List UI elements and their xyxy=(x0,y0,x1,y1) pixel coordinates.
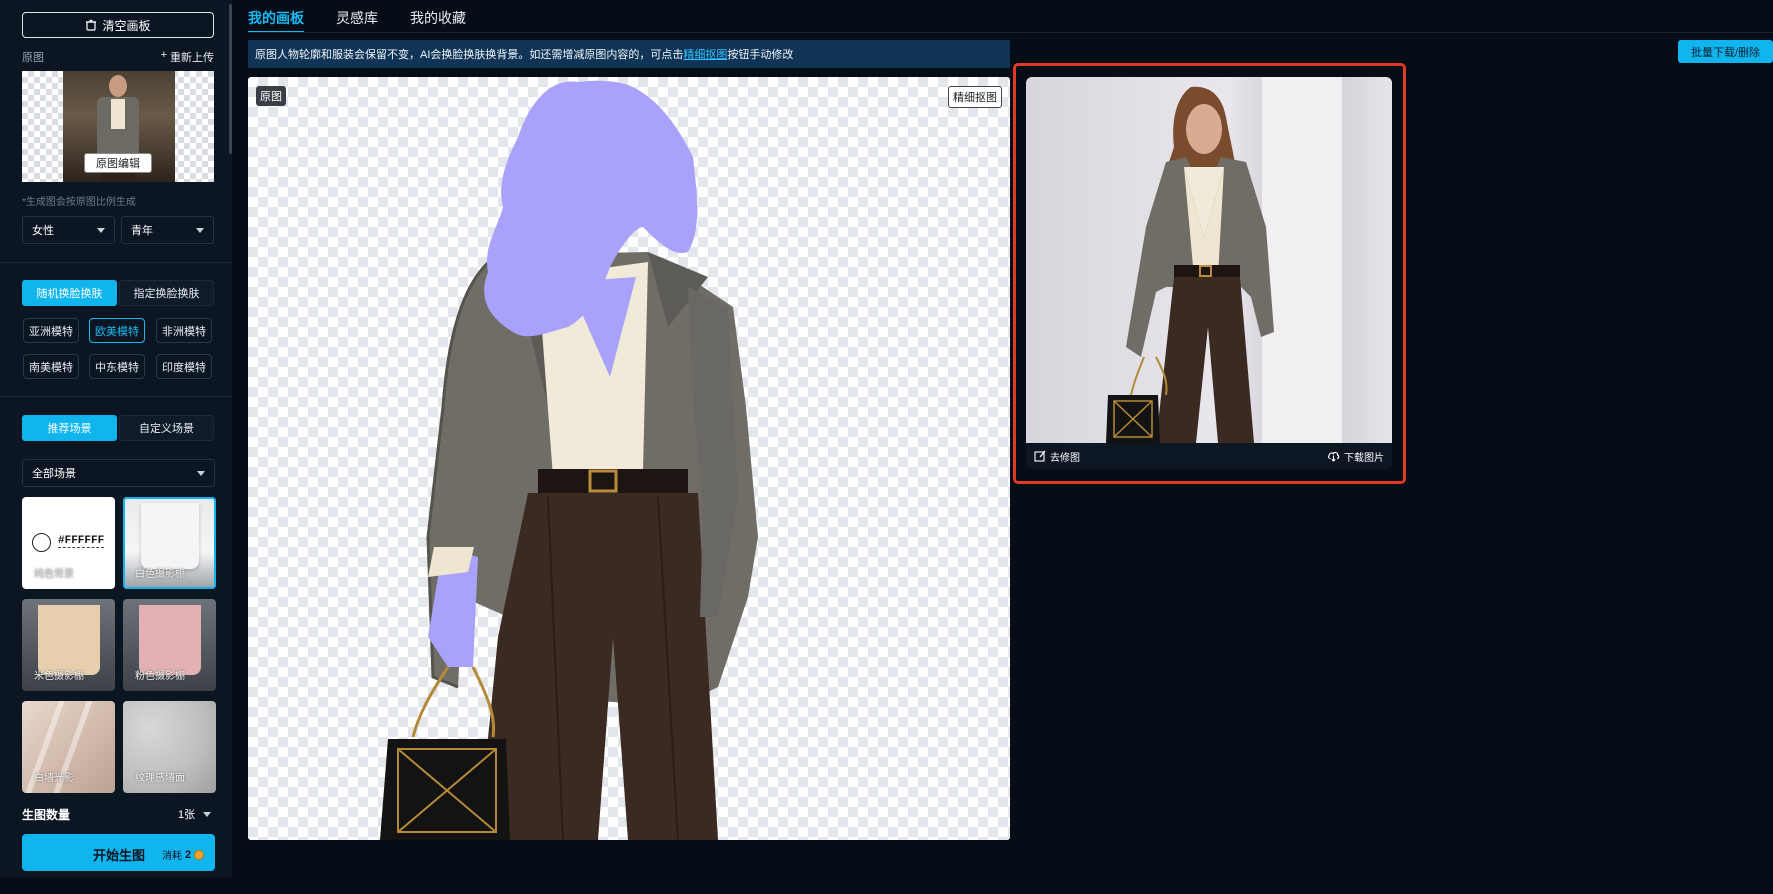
sidebar-scrollbar[interactable] xyxy=(229,4,232,154)
color-swatch xyxy=(32,533,51,552)
chevron-down-icon xyxy=(97,227,105,233)
retouch-button[interactable]: 去修图 xyxy=(1034,449,1080,464)
original-canvas[interactable]: 原图 精细抠图 xyxy=(248,77,1010,840)
result-card[interactable]: 去修图 下载图片 xyxy=(1026,77,1392,469)
solid-color-value: #FFFFFF xyxy=(58,535,105,548)
chevron-down-icon xyxy=(196,227,204,233)
chevron-down-icon xyxy=(203,811,212,817)
model-chip-western[interactable]: 欧美模特 xyxy=(89,318,145,343)
refine-cutout-link[interactable]: 精细抠图 xyxy=(683,46,727,62)
scene-card-beige-studio[interactable]: 米色摄影棚 xyxy=(22,599,115,691)
cost-info: 消耗 2 xyxy=(162,847,205,862)
cost-value: 2 xyxy=(185,848,192,861)
age-select-value: 青年 xyxy=(131,225,153,237)
gender-select-value: 女性 xyxy=(32,225,54,237)
custom-scene-tab[interactable]: 自定义场景 xyxy=(119,415,214,441)
scene-card-white-wall-light[interactable]: 白墙光影 xyxy=(22,701,115,793)
result-figure xyxy=(1106,77,1342,443)
scene-filter-value: 全部场景 xyxy=(32,468,76,480)
divider xyxy=(0,262,232,263)
scene-card-solid[interactable]: #FFFFFF 纯色背景 xyxy=(22,497,115,589)
refine-cutout-button[interactable]: 精细抠图 xyxy=(948,86,1002,108)
scene-caption: 粉色摄影棚 xyxy=(135,671,185,682)
scene-filter-select[interactable]: 全部场景 xyxy=(22,459,215,487)
reupload-button[interactable]: + 重新上传 xyxy=(161,49,214,65)
original-label: 原图 xyxy=(22,52,44,64)
clear-canvas-button[interactable]: 清空画板 xyxy=(22,12,214,38)
random-swap-tab[interactable]: 随机换脸换肤 xyxy=(22,280,117,306)
recommended-scene-tab[interactable]: 推荐场景 xyxy=(22,415,117,441)
scene-caption: 纯色背景 xyxy=(34,569,74,580)
divider xyxy=(0,396,232,397)
cloud-download-icon xyxy=(1328,451,1340,462)
notice-banner: 原图人物轮廓和服装会保留不变，AI会换脸换肤换背景。如还需增减原图内容的，可点击… xyxy=(248,40,1010,68)
model-chip-indian[interactable]: 印度模特 xyxy=(156,354,212,379)
original-thumbnail[interactable]: 原图编辑 xyxy=(22,71,214,182)
scene-caption: 米色摄影棚 xyxy=(34,671,84,682)
backdrop xyxy=(141,503,199,569)
start-generate-label: 开始生图 xyxy=(93,848,146,863)
age-select[interactable]: 青年 xyxy=(121,216,214,244)
chevron-down-icon xyxy=(197,470,205,476)
clear-canvas-label: 清空画板 xyxy=(102,18,151,33)
edit-icon xyxy=(1034,450,1046,462)
specified-swap-tab[interactable]: 指定换脸换肤 xyxy=(119,280,214,306)
download-image-button[interactable]: 下载图片 xyxy=(1327,449,1384,464)
tab-my-canvas[interactable]: 我的画板 xyxy=(248,0,304,33)
scene-caption: 白墙光影 xyxy=(34,773,74,784)
original-tag: 原图 xyxy=(256,86,286,106)
generation-count-select[interactable]: 1张 xyxy=(178,806,212,822)
sidebar: 清空画板 原图 + 重新上传 原图编辑 *生成图会按原图比例生成 女性 青年 随… xyxy=(0,0,232,877)
coin-icon xyxy=(194,849,205,860)
batch-download-delete-button[interactable]: 批量下载/删除 xyxy=(1678,40,1773,63)
generation-count-value: 1张 xyxy=(178,809,196,821)
model-chip-middle-east[interactable]: 中东模特 xyxy=(89,354,145,379)
trash-icon xyxy=(86,19,97,31)
main-tabs: 我的画板 灵感库 我的收藏 xyxy=(248,0,466,33)
backdrop xyxy=(38,605,100,675)
plus-icon: + xyxy=(160,49,167,61)
start-generate-button[interactable]: 开始生图 消耗 2 xyxy=(22,834,215,871)
cutout-figure xyxy=(380,80,758,840)
edit-original-button[interactable]: 原图编辑 xyxy=(84,153,152,173)
tab-inspiration[interactable]: 灵感库 xyxy=(336,0,378,33)
model-chip-asian[interactable]: 亚洲模特 xyxy=(23,318,79,343)
retouch-label: 去修图 xyxy=(1050,452,1080,464)
result-action-bar: 去修图 下载图片 xyxy=(1026,443,1392,469)
result-image[interactable] xyxy=(1026,77,1392,443)
notice-text-after: 按钮手动修改 xyxy=(727,49,794,61)
download-image-label: 下载图片 xyxy=(1344,452,1384,464)
ratio-hint: *生成图会按原图比例生成 xyxy=(22,197,136,208)
scene-caption: 纹理感墙面 xyxy=(135,773,185,784)
gender-select[interactable]: 女性 xyxy=(22,216,115,244)
reupload-label: 重新上传 xyxy=(170,52,214,64)
model-chip-african[interactable]: 非洲模特 xyxy=(156,318,212,343)
backdrop xyxy=(139,605,201,675)
scene-caption: 白色摄影棚 xyxy=(135,569,185,580)
model-chip-south-american[interactable]: 南美模特 xyxy=(23,354,79,379)
generation-count-label: 生图数量 xyxy=(22,808,71,822)
scene-card-pink-studio[interactable]: 粉色摄影棚 xyxy=(123,599,216,691)
tabs-divider xyxy=(248,32,1773,33)
scene-card-white-studio[interactable]: 白色摄影棚 xyxy=(123,497,216,589)
tab-favorites[interactable]: 我的收藏 xyxy=(410,0,466,33)
cost-label: 消耗 xyxy=(162,851,182,862)
notice-text-before: 原图人物轮廓和服装会保留不变，AI会换脸换肤换背景。如还需增减原图内容的，可点击 xyxy=(255,49,684,61)
scene-card-textured-wall[interactable]: 纹理感墙面 xyxy=(123,701,216,793)
